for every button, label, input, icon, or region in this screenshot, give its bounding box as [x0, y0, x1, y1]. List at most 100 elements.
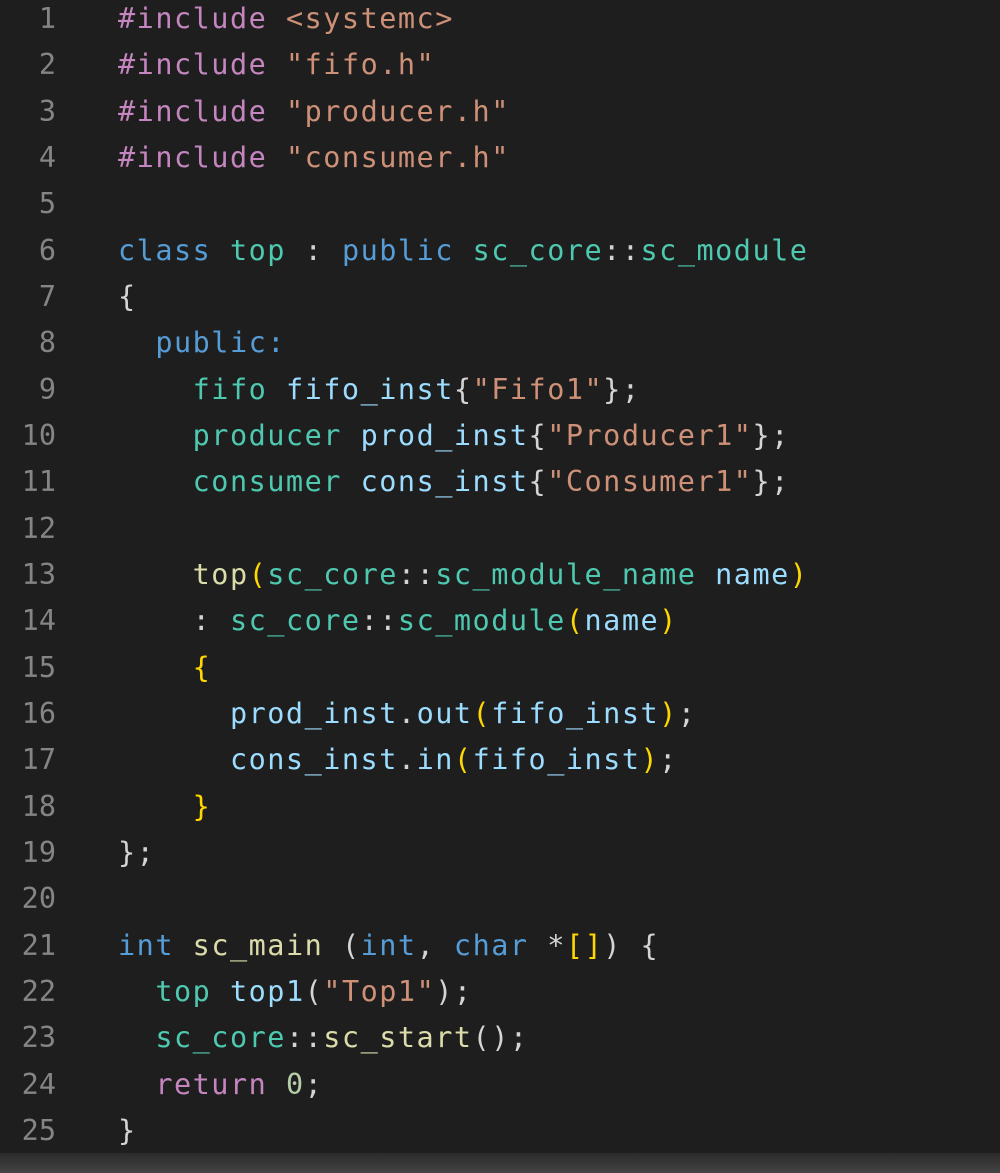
code-line[interactable]: 24 return 0;	[0, 1062, 1000, 1108]
code-line[interactable]: 19};	[0, 830, 1000, 876]
code-line[interactable]: 11 consumer cons_inst{"Consumer1"};	[0, 459, 1000, 505]
code-text: prod_inst.out(fifo_inst);	[118, 691, 697, 737]
code-token: ::	[285, 1021, 324, 1055]
code-text: producer prod_inst{"Producer1"};	[118, 413, 790, 459]
code-line[interactable]: 15 {	[0, 645, 1000, 691]
line-number: 14	[21, 604, 56, 638]
line-number: 15	[21, 650, 56, 684]
code-token: (	[304, 974, 324, 1008]
code-token: char	[453, 928, 529, 962]
code-token: };	[603, 372, 641, 406]
code-line[interactable]: 21 int sc_main (int, char *[]) {	[0, 923, 1000, 969]
code-line[interactable]: 23 sc_core::sc_start();	[0, 1015, 1000, 1061]
code-token: (	[472, 696, 492, 730]
code-line[interactable]: 6 class top : public sc_core::sc_module	[0, 228, 1000, 274]
code-token: "fifo.h"	[285, 48, 436, 82]
code-token: }	[192, 789, 212, 823]
code-line[interactable]: 16 prod_inst.out(fifo_inst);	[0, 691, 1000, 737]
line-number: 1	[38, 2, 56, 35]
code-token: sc_core	[155, 1021, 286, 1055]
line-number: 24	[21, 1067, 56, 1101]
code-line[interactable]: 9 fifo fifo_inst{"Fifo1"};	[0, 367, 1000, 413]
code-line[interactable]: 22 top top1("Top1");	[0, 969, 1000, 1015]
code-token: fifo	[192, 372, 268, 406]
code-token: {	[528, 418, 548, 452]
code-line[interactable]: 2 #include "fifo.h"	[0, 42, 1000, 88]
code-token: 0	[285, 1067, 305, 1101]
line-number: 16	[21, 696, 56, 730]
code-token: producer	[192, 418, 342, 452]
code-token: (	[248, 557, 268, 591]
code-text: class top : public sc_core::sc_module	[118, 228, 808, 274]
code-token: #include	[118, 140, 268, 174]
code-token: ();	[472, 1021, 529, 1055]
line-number: 25	[21, 1113, 56, 1147]
code-line[interactable]: 18 }	[0, 784, 1000, 830]
code-token: (	[341, 928, 361, 962]
code-line[interactable]: 3 #include "producer.h"	[0, 89, 1000, 135]
code-token: "Producer1"	[547, 418, 753, 452]
code-text: : sc_core::sc_module(name)	[118, 598, 678, 644]
code-line[interactable]: 5	[0, 181, 1000, 227]
code-line[interactable]: 10 producer prod_inst{"Producer1"};	[0, 413, 1000, 459]
code-line[interactable]: 8 public:	[0, 320, 1000, 366]
code-token: name	[715, 557, 790, 591]
code-token: top	[155, 974, 212, 1008]
code-line[interactable]: 14 : sc_core::sc_module(name)	[0, 598, 1000, 644]
code-line[interactable]: 12	[0, 506, 1000, 552]
code-text: #include "consumer.h"	[118, 135, 510, 181]
code-token: name	[584, 604, 660, 638]
code-token: top	[229, 233, 286, 267]
line-number: 8	[38, 326, 56, 360]
line-number: 11	[21, 465, 56, 499]
code-token: public	[155, 326, 268, 360]
code-line[interactable]: 20	[0, 876, 1000, 922]
code-token: prod_inst	[360, 418, 529, 452]
code-line[interactable]: 25}	[0, 1108, 1000, 1154]
code-token: public	[341, 233, 454, 267]
line-number: 20	[21, 882, 56, 916]
line-number: 13	[21, 557, 56, 591]
code-text: return 0;	[118, 1062, 323, 1108]
code-token: sc_core	[229, 604, 361, 638]
line-number: 23	[21, 1021, 56, 1055]
code-token: consumer	[192, 465, 342, 499]
code-text: consumer cons_inst{"Consumer1"};	[118, 459, 790, 505]
code-line[interactable]: 13 top(sc_core::sc_module_name name)	[0, 552, 1000, 598]
code-token: sc_module	[397, 604, 566, 638]
code-token: sc_start	[323, 1021, 473, 1055]
code-line[interactable]: 17 cons_inst.in(fifo_inst);	[0, 737, 1000, 783]
code-text: {	[118, 645, 211, 691]
code-editor[interactable]: 1 #include <systemc> 2 #include "fifo.h" 3 #i…	[0, 0, 1000, 1153]
code-line[interactable]: 4 #include "consumer.h"	[0, 135, 1000, 181]
code-text: {	[118, 274, 137, 320]
code-text: int sc_main (int, char *[]) {	[118, 923, 659, 969]
code-token: :	[285, 233, 342, 267]
editor-bottom-edge	[0, 1153, 1000, 1173]
code-token: }	[118, 1113, 137, 1147]
code-token: prod_inst	[229, 696, 398, 730]
line-number: 12	[21, 511, 56, 545]
code-line[interactable]: 7{	[0, 274, 1000, 320]
code-token: #include	[118, 48, 268, 82]
code-line[interactable]: 1 #include <systemc>	[0, 0, 1000, 42]
code-token: cons_inst	[360, 465, 529, 499]
code-text: fifo fifo_inst{"Fifo1"};	[118, 367, 641, 413]
code-text: top(sc_core::sc_module_name name)	[118, 552, 808, 598]
line-number: 4	[38, 140, 56, 174]
